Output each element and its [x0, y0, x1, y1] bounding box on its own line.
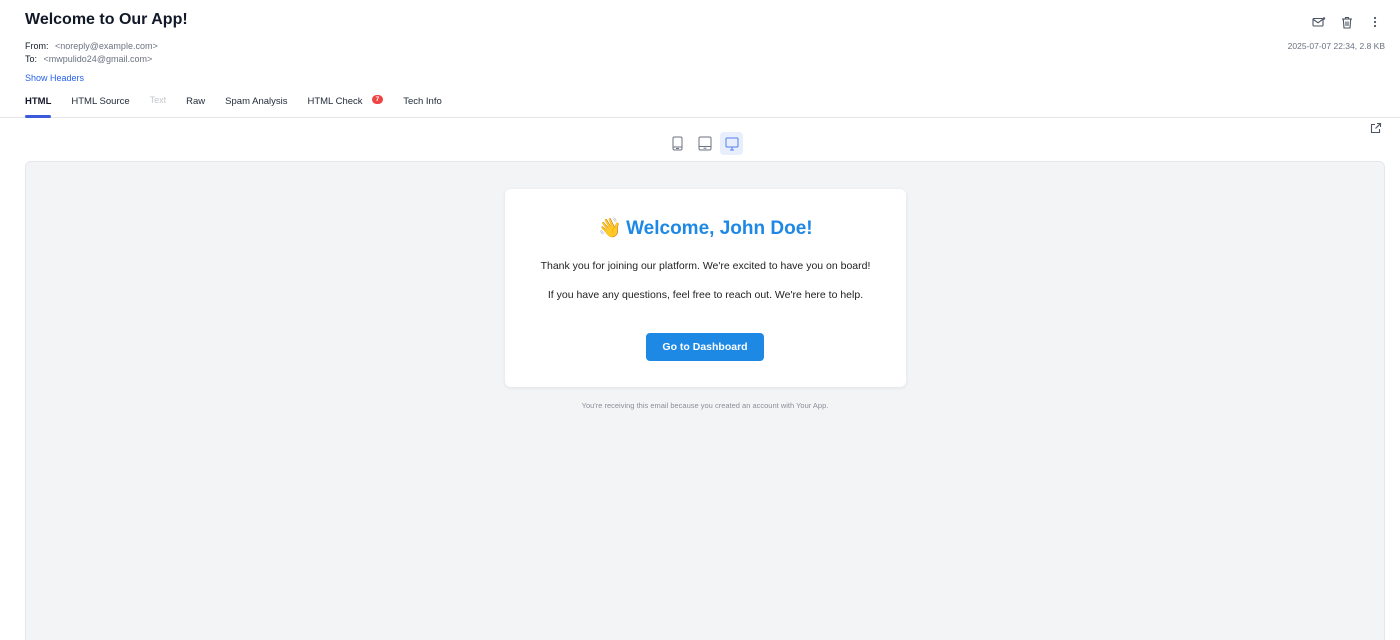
open-external-button[interactable] [1370, 121, 1384, 135]
external-link-icon [1370, 122, 1382, 134]
view-tabs: HTML HTML Source Text Raw Spam Analysis … [25, 95, 462, 118]
email-subject: Welcome to Our App! [25, 11, 188, 28]
email-paragraph-2: If you have any questions, feel free to … [547, 289, 864, 301]
from-row: From: <noreply@example.com> [25, 41, 158, 51]
tab-html-check[interactable]: HTML Check 7 [307, 95, 384, 118]
delete-button[interactable] [1336, 14, 1358, 30]
device-switcher [666, 132, 743, 155]
more-vertical-icon [1373, 16, 1377, 28]
tab-text: Text [149, 95, 167, 105]
mark-unread-icon [1312, 17, 1326, 27]
from-address: <noreply@example.com> [55, 41, 158, 51]
tab-spam-analysis[interactable]: Spam Analysis [225, 95, 287, 118]
phone-icon [672, 136, 683, 151]
email-card: 👋 Welcome, John Doe! Thank you for joinin… [505, 189, 906, 387]
tab-html[interactable]: HTML [25, 95, 52, 118]
email-greeting-title: 👋 Welcome, John Doe! [505, 216, 906, 240]
more-button[interactable] [1364, 14, 1386, 30]
trash-icon [1342, 16, 1352, 29]
go-to-dashboard-button[interactable]: Go to Dashboard [646, 333, 764, 361]
to-row: To: <mwpulido24@gmail.com> [25, 54, 152, 64]
show-headers-link[interactable]: Show Headers [25, 73, 84, 83]
email-preview-frame: 👋 Welcome, John Doe! Thank you for joinin… [25, 161, 1385, 640]
waving-hand-icon: 👋 [598, 218, 623, 239]
greeting-text: Welcome, John Doe! [626, 218, 813, 239]
email-paragraph-1: Thank you for joining our platform. We'r… [540, 260, 871, 272]
message-header: Welcome to Our App! From: <noreply@examp… [0, 0, 1400, 118]
message-meta: 2025-07-07 22:34, 2.8 KB [1287, 41, 1385, 51]
message-actions [1308, 14, 1386, 30]
tab-raw[interactable]: Raw [186, 95, 205, 118]
tab-html-source[interactable]: HTML Source [71, 95, 129, 118]
device-phone-button[interactable] [666, 132, 689, 155]
to-address: <mwpulido24@gmail.com> [43, 54, 153, 64]
html-check-count-badge: 7 [371, 95, 384, 104]
tablet-icon [698, 136, 711, 151]
device-tablet-button[interactable] [693, 132, 716, 155]
tab-html-check-label: HTML Check [307, 96, 363, 107]
desktop-icon [725, 137, 738, 150]
mark-unread-button[interactable] [1308, 14, 1330, 30]
from-label: From: [25, 41, 49, 51]
to-label: To: [25, 54, 38, 64]
tab-tech-info[interactable]: Tech Info [403, 95, 442, 118]
email-footer-note: You're receiving this email because you … [581, 401, 829, 410]
device-desktop-button[interactable] [720, 132, 743, 155]
